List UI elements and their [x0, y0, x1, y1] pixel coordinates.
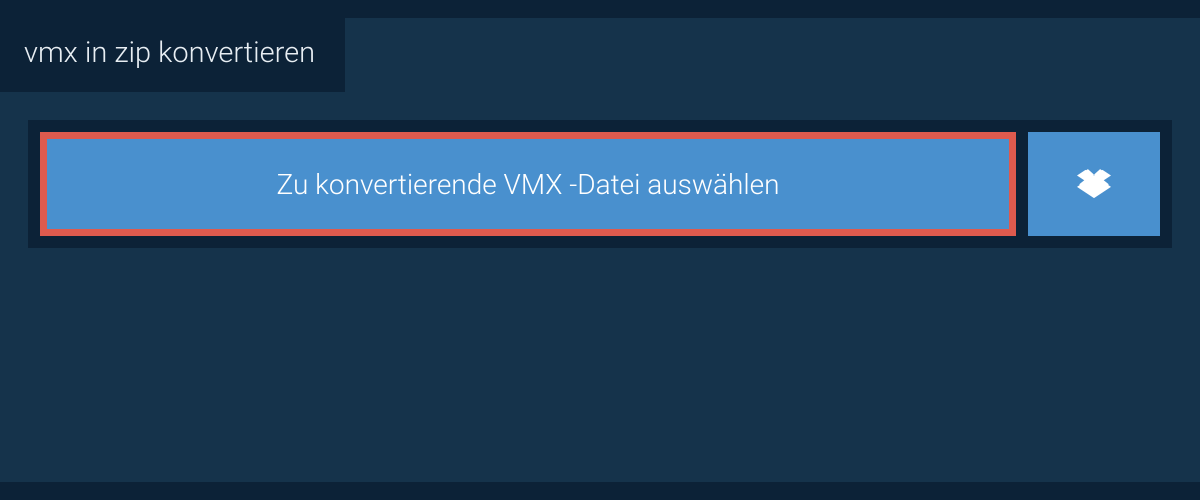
top-strip [0, 0, 1200, 18]
dropbox-button[interactable] [1028, 132, 1160, 236]
select-file-button[interactable]: Zu konvertierende VMX -Datei auswählen [40, 132, 1016, 236]
bottom-strip [0, 482, 1200, 500]
select-file-label: Zu konvertierende VMX -Datei auswählen [276, 168, 779, 201]
page-title-box: vmx in zip konvertieren [0, 18, 345, 92]
upload-panel: Zu konvertierende VMX -Datei auswählen [28, 120, 1172, 248]
dropbox-icon [1077, 167, 1111, 201]
page-title: vmx in zip konvertieren [24, 36, 315, 70]
